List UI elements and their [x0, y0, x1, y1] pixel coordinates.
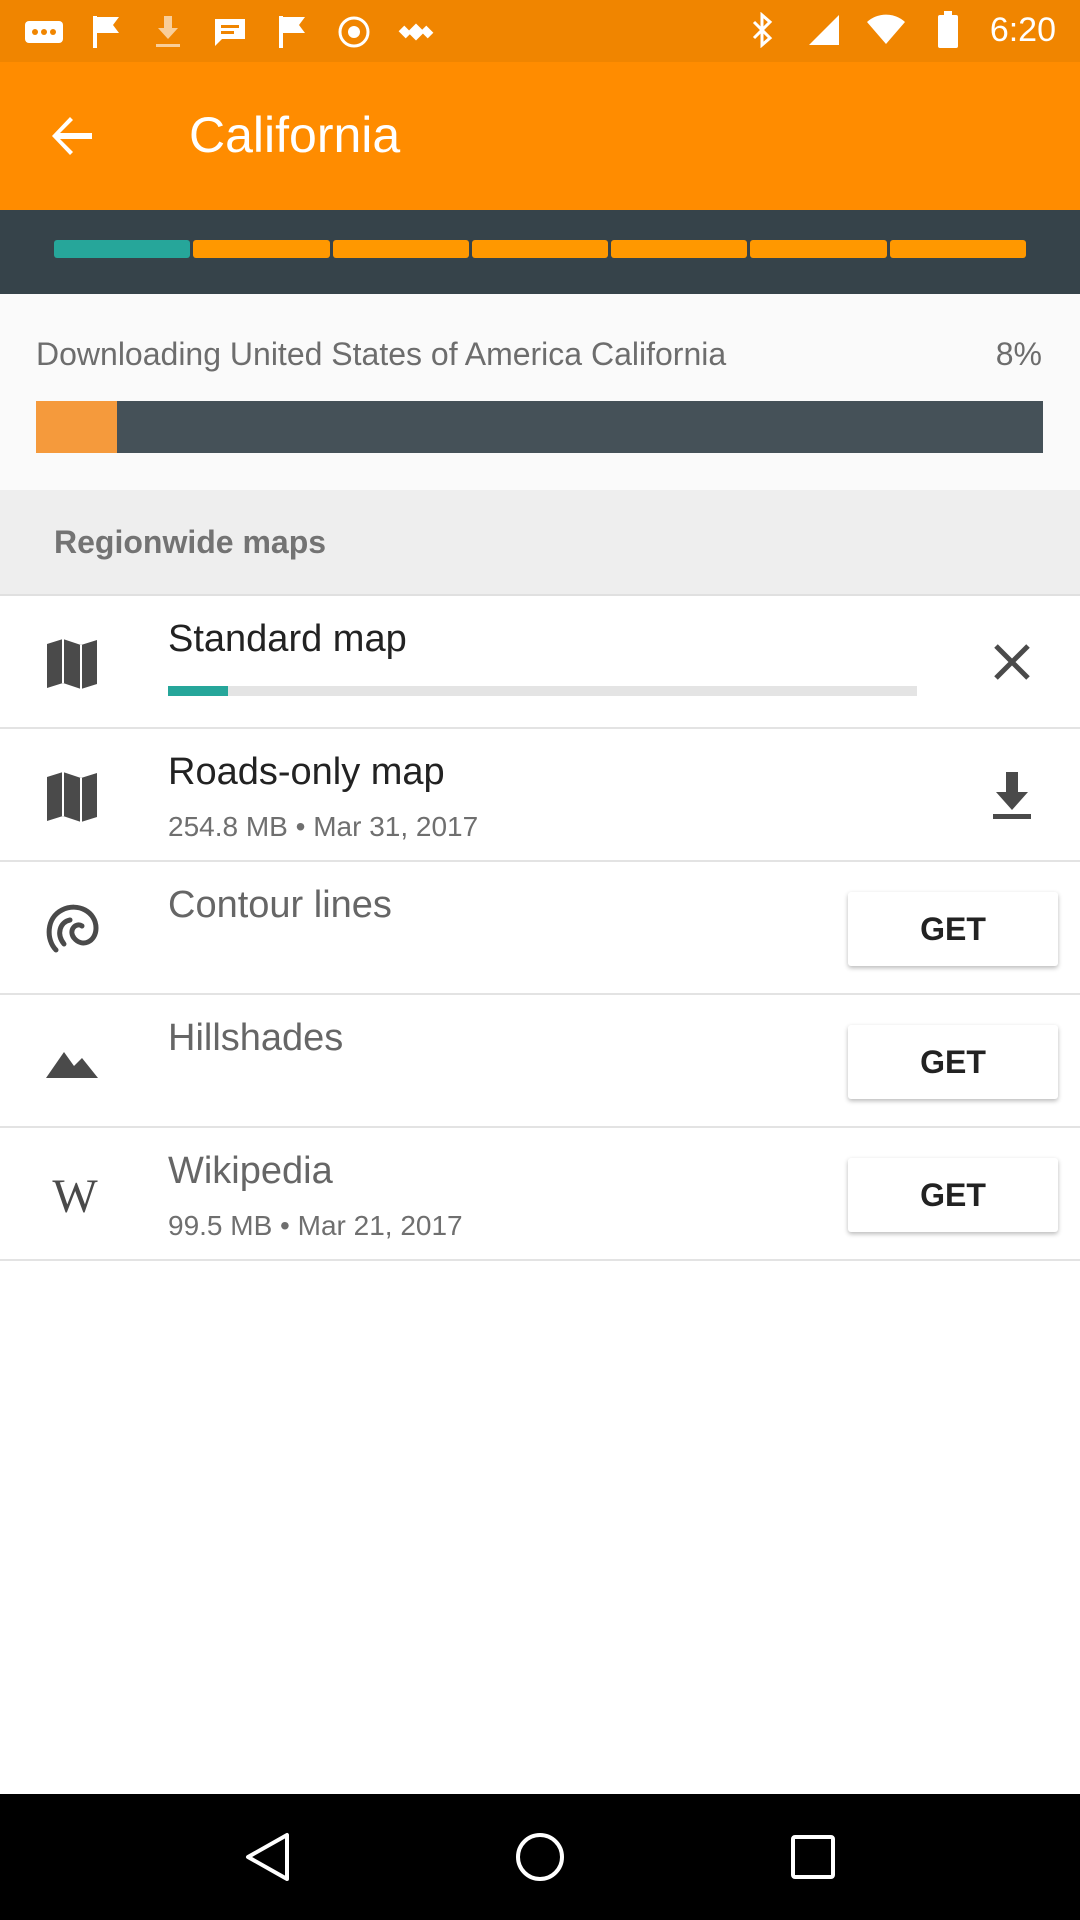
standard-map-progress-fill	[168, 686, 228, 696]
download-icon	[993, 772, 1031, 819]
map-segment-strip	[0, 210, 1080, 294]
close-icon	[994, 644, 1030, 680]
nav-back-button[interactable]	[232, 1822, 302, 1892]
wikipedia-glyph: W	[52, 1169, 97, 1223]
download-percent: 8%	[995, 336, 1042, 372]
wifi-icon	[866, 10, 906, 50]
signal-icon	[804, 10, 844, 50]
settings-icon	[334, 12, 374, 52]
home-circle-icon	[515, 1833, 564, 1881]
bluetooth-icon	[742, 10, 782, 50]
more-icon	[24, 12, 64, 52]
row-subtitle: 99.5 MB • Mar 21, 2017	[168, 1210, 463, 1241]
app-bar: California	[0, 62, 1080, 210]
row-title: Wikipedia	[168, 1150, 333, 1192]
mountain-icon	[44, 1035, 100, 1091]
satellite-icon	[396, 12, 436, 52]
row-title: Contour lines	[168, 884, 392, 926]
contour-icon	[44, 902, 100, 958]
download-button[interactable]	[984, 767, 1040, 823]
row-title: Standard map	[168, 618, 407, 660]
clock: 6:20	[989, 10, 1056, 49]
message-icon	[210, 12, 250, 52]
row-title: Roads-only map	[168, 751, 445, 793]
status-bar: 6:20	[0, 0, 1080, 62]
arrow-back-icon	[52, 117, 92, 155]
segment-2	[193, 240, 330, 258]
cancel-download-button[interactable]	[984, 634, 1040, 690]
list-item-wikipedia[interactable]: W Wikipedia 99.5 MB • Mar 21, 2017 GET	[0, 1128, 1080, 1261]
map-icon	[44, 769, 100, 825]
download-status-text: Downloading United States of America Cal…	[36, 336, 727, 372]
row-subtitle: 254.8 MB • Mar 31, 2017	[168, 811, 479, 842]
page-title: California	[189, 107, 401, 163]
segment-3	[332, 240, 469, 258]
segment-1	[54, 240, 191, 258]
get-wikipedia-button[interactable]: GET	[848, 1158, 1058, 1232]
section-header: Regionwide maps	[0, 490, 1080, 596]
back-button[interactable]	[36, 106, 108, 166]
list-item-standard-map[interactable]: Standard map	[0, 596, 1080, 729]
recents-square-icon	[791, 1835, 836, 1879]
section-title: Regionwide maps	[54, 524, 327, 560]
download-progress-bar	[36, 401, 1043, 453]
get-contour-lines-button[interactable]: GET	[848, 892, 1058, 966]
flag-icon	[86, 12, 126, 52]
notification-icons	[24, 12, 436, 52]
nav-recents-button[interactable]	[778, 1822, 848, 1892]
list-item-contour-lines[interactable]: Contour lines GET	[0, 862, 1080, 995]
battery-icon	[928, 10, 968, 50]
list-item-roads-only-map[interactable]: Roads-only map 254.8 MB • Mar 31, 2017	[0, 729, 1080, 862]
row-title: Hillshades	[168, 1017, 344, 1059]
flag-icon	[272, 12, 312, 52]
segment-7	[889, 240, 1026, 258]
download-status: Downloading United States of America Cal…	[0, 294, 1080, 490]
segments	[54, 240, 1026, 258]
nav-home-button[interactable]	[505, 1822, 575, 1892]
system-icons: 6:20	[742, 10, 1056, 50]
map-icon	[44, 636, 100, 692]
map-list: Standard map Roads-only map 254.8 MB • M…	[0, 596, 1080, 1261]
segment-4	[471, 240, 609, 258]
system-nav-bar	[0, 1794, 1080, 1920]
get-hillshades-button[interactable]: GET	[848, 1025, 1058, 1099]
download-icon	[148, 12, 188, 52]
download-progress-fill	[36, 401, 117, 453]
wikipedia-icon: W	[44, 1168, 100, 1224]
segment-6	[750, 240, 887, 258]
segment-5	[611, 240, 748, 258]
list-item-hillshades[interactable]: Hillshades GET	[0, 995, 1080, 1128]
standard-map-progress-bar	[168, 686, 917, 696]
back-triangle-icon	[245, 1833, 289, 1881]
